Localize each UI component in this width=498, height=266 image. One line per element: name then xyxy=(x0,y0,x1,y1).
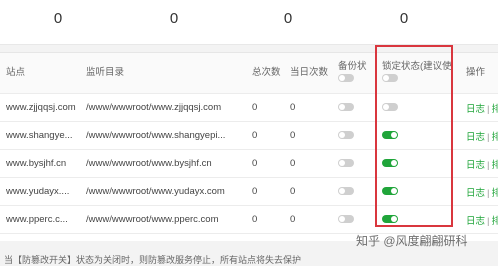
lock-all-toggle[interactable] xyxy=(382,74,398,83)
today-cell: 0 xyxy=(284,149,332,178)
lock-toggle[interactable] xyxy=(382,187,398,196)
dir-cell: /www/wwwroot/www.zjjqqsj.com xyxy=(80,93,246,122)
site-cell[interactable]: www.zjjqqsj.com xyxy=(0,93,80,122)
stat-value: 0 xyxy=(53,10,63,27)
stats-bar: 0 0 0 0 xyxy=(0,0,498,45)
more-link[interactable]: 排 xyxy=(491,188,498,199)
today-cell: 0 xyxy=(284,205,332,234)
table-row: www.yudayx..../www/wwwroot/www.yudayx.co… xyxy=(0,177,498,206)
log-link[interactable]: 日志 xyxy=(466,160,485,171)
backup-cell xyxy=(332,205,376,234)
col-site[interactable]: 站点 xyxy=(0,53,80,94)
col-lock-label: 锁定状态(建议使 xyxy=(382,61,452,72)
ops-cell: 日志|排 xyxy=(460,121,498,150)
col-backup-label: 备份状 xyxy=(338,61,367,72)
table-row: www.pperc.c.../www/wwwroot/www.pperc.com… xyxy=(0,205,498,234)
lock-toggle[interactable] xyxy=(382,131,398,140)
backup-toggle[interactable] xyxy=(338,215,354,224)
more-link[interactable]: 排 xyxy=(491,160,498,171)
log-link[interactable]: 日志 xyxy=(466,104,485,115)
log-link[interactable]: 日志 xyxy=(466,188,485,199)
col-total[interactable]: 总次数 xyxy=(246,53,284,94)
col-dir: 监听目录 xyxy=(80,53,246,94)
lock-cell xyxy=(376,121,460,150)
table-header-row: 站点 监听目录 总次数 当日次数 备份状 锁定状态(建议使 操作 xyxy=(0,53,498,94)
backup-cell xyxy=(332,149,376,178)
stat-value: 0 xyxy=(399,10,409,27)
lock-cell xyxy=(376,205,460,234)
site-table: 站点 监听目录 总次数 当日次数 备份状 锁定状态(建议使 操作 www.zjj… xyxy=(0,52,498,241)
ops-separator: | xyxy=(487,159,490,171)
ops-separator: | xyxy=(487,215,490,227)
lock-toggle[interactable] xyxy=(382,103,398,112)
total-cell: 0 xyxy=(246,121,284,150)
today-cell: 0 xyxy=(284,121,332,150)
ops-separator: | xyxy=(487,187,490,199)
backup-cell xyxy=(332,93,376,122)
today-cell: 0 xyxy=(284,93,332,122)
backup-cell xyxy=(332,121,376,150)
log-link[interactable]: 日志 xyxy=(466,132,485,143)
stat-value: 0 xyxy=(169,10,179,27)
ops-separator: | xyxy=(487,131,490,143)
dir-cell: /www/wwwroot/www.shangyepi... xyxy=(80,121,246,150)
table-row: www.shangye.../www/wwwroot/www.shangyepi… xyxy=(0,121,498,150)
site-cell[interactable]: www.bysjhf.cn xyxy=(0,149,80,178)
backup-all-toggle[interactable] xyxy=(338,74,354,83)
lock-toggle[interactable] xyxy=(382,215,398,224)
dir-cell: /www/wwwroot/www.pperc.com xyxy=(80,205,246,234)
stat-value: 0 xyxy=(283,10,293,27)
ops-cell: 日志|排 xyxy=(460,177,498,206)
log-link[interactable]: 日志 xyxy=(466,216,485,227)
backup-toggle[interactable] xyxy=(338,103,354,112)
ops-cell: 日志|排 xyxy=(460,149,498,178)
backup-toggle[interactable] xyxy=(338,187,354,196)
today-cell: 0 xyxy=(284,177,332,206)
ops-cell: 日志|排 xyxy=(460,93,498,122)
site-cell[interactable]: www.pperc.c... xyxy=(0,205,80,234)
total-cell: 0 xyxy=(246,177,284,206)
total-cell: 0 xyxy=(246,149,284,178)
site-cell[interactable]: www.shangye... xyxy=(0,121,80,150)
backup-toggle[interactable] xyxy=(338,131,354,140)
more-link[interactable]: 排 xyxy=(491,132,498,143)
table-row: www.zjjqqsj.com/www/wwwroot/www.zjjqqsj.… xyxy=(0,93,498,122)
footer-note: 当【防篡改开关】状态为关闭时，则防篡改服务停止，所有站点将失去保护 xyxy=(4,255,302,265)
backup-toggle[interactable] xyxy=(338,159,354,168)
col-ops: 操作 xyxy=(460,53,498,94)
ops-separator: | xyxy=(487,103,490,115)
watermark: 知乎 @风度翩翩研科 xyxy=(356,234,468,248)
col-lock: 锁定状态(建议使 xyxy=(376,53,460,94)
table-row: www.bysjhf.cn/www/wwwroot/www.bysjhf.cn 0… xyxy=(0,149,498,178)
col-backup: 备份状 xyxy=(332,53,376,94)
dir-cell: /www/wwwroot/www.yudayx.com xyxy=(80,177,246,206)
lock-toggle[interactable] xyxy=(382,159,398,168)
ops-cell: 日志|排 xyxy=(460,205,498,234)
more-link[interactable]: 排 xyxy=(491,216,498,227)
lock-cell xyxy=(376,149,460,178)
total-cell: 0 xyxy=(246,205,284,234)
lock-cell xyxy=(376,177,460,206)
col-today[interactable]: 当日次数 xyxy=(284,53,332,94)
lock-cell xyxy=(376,93,460,122)
site-cell[interactable]: www.yudayx.... xyxy=(0,177,80,206)
more-link[interactable]: 排 xyxy=(491,104,498,115)
dir-cell: /www/wwwroot/www.bysjhf.cn xyxy=(80,149,246,178)
backup-cell xyxy=(332,177,376,206)
total-cell: 0 xyxy=(246,93,284,122)
